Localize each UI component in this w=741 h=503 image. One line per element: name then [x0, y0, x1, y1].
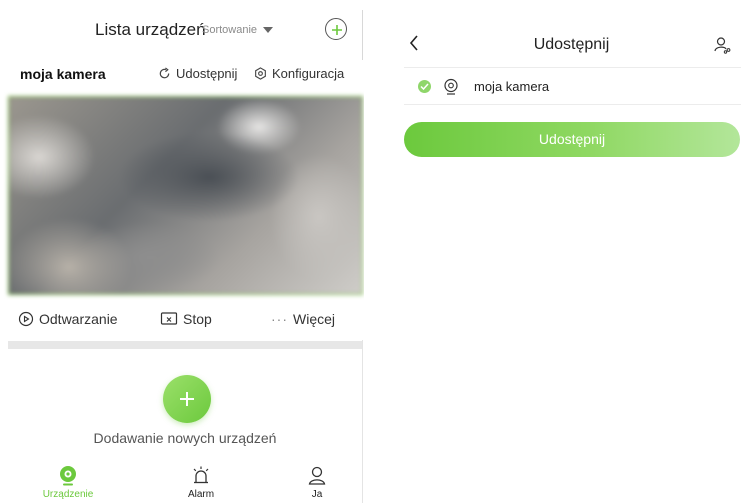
panel-divider: [362, 340, 363, 503]
share-icon: [159, 67, 170, 79]
camera-controls-row: Odtwarzanie Stop ··· Więcej: [0, 311, 362, 331]
plus-icon: [180, 392, 194, 406]
sort-dropdown[interactable]: Sortowanie: [202, 24, 274, 36]
panel-divider: [362, 10, 363, 60]
camera-share-label: Udostępnij: [176, 66, 238, 81]
tab-me-label: Ja: [311, 489, 323, 500]
camera-header-row: moja kamera Udostępnij Konfiguracja: [0, 64, 362, 86]
checkmark-icon: [420, 83, 429, 90]
page-title: Lista urządzeń: [95, 20, 206, 39]
selected-check-icon[interactable]: [418, 80, 431, 93]
camera-config-button[interactable]: Konfiguracja: [254, 66, 344, 81]
share-title: Udostępnij: [533, 36, 610, 53]
tab-me[interactable]: Ja: [282, 465, 352, 500]
tab-alarm-label: Alarm: [187, 489, 215, 500]
share-device-row[interactable]: moja kamera: [364, 76, 741, 98]
share-button[interactable]: Udostępnij: [404, 122, 740, 157]
playback-label: Odtwarzanie: [39, 311, 118, 327]
share-panel: Udostępnij moja kamera Udostępnij: [364, 0, 741, 503]
stop-button[interactable]: Stop: [160, 311, 212, 327]
more-dots-icon: ···: [271, 311, 288, 327]
tab-device[interactable]: Urządzenie: [33, 465, 103, 500]
camera-config-label: Konfiguracja: [272, 66, 345, 81]
share-device-name: moja kamera: [474, 79, 550, 94]
camera-share-button[interactable]: Udostępnij: [158, 66, 237, 81]
camera-name: moja kamera: [20, 66, 106, 82]
shared-users-button[interactable]: [714, 36, 732, 59]
person-icon: [308, 466, 326, 485]
row-divider: [404, 67, 741, 68]
stop-icon: [160, 312, 178, 325]
settings-icon: [255, 67, 266, 80]
camera-icon: [444, 78, 458, 95]
alarm-icon: [193, 466, 209, 484]
playback-button[interactable]: Odtwarzanie: [18, 311, 118, 327]
more-button[interactable]: ··· Więcej: [271, 311, 335, 327]
caret-down-icon: [263, 27, 274, 33]
add-new-device-label: Dodawanie nowych urządzeń: [93, 430, 277, 446]
bottom-tab-bar: Urządzenie Alarm Ja: [0, 465, 362, 503]
row-divider: [404, 104, 741, 105]
tab-alarm[interactable]: Alarm: [166, 465, 236, 500]
share-header: Udostępnij: [364, 30, 741, 60]
sort-label: Sortowanie: [202, 24, 258, 36]
section-divider: [8, 341, 362, 349]
stop-label: Stop: [183, 311, 212, 327]
device-list-panel: Lista urządzeń Sortowanie moja kamera Ud…: [0, 0, 364, 503]
camera-live-preview[interactable]: [8, 96, 363, 295]
add-device-button[interactable]: [325, 18, 347, 40]
video-frame: [9, 97, 362, 294]
tab-device-label: Urządzenie: [42, 489, 94, 500]
device-list-header: Lista urządzeń Sortowanie: [0, 14, 362, 46]
plus-icon: [332, 25, 342, 35]
add-new-device-button[interactable]: [163, 375, 211, 423]
more-label: Więcej: [293, 311, 336, 327]
playback-icon: [18, 311, 34, 327]
user-share-icon: [714, 37, 731, 54]
camera-icon: [60, 466, 76, 486]
